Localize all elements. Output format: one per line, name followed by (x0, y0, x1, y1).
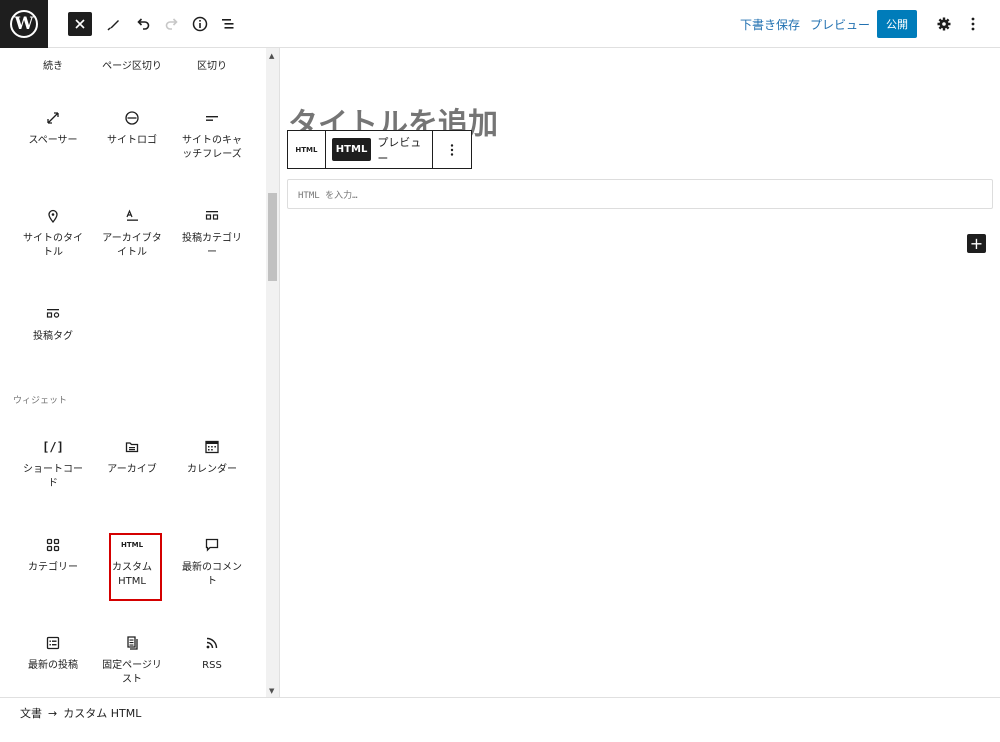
html-code-textarea[interactable]: HTML を入力… (287, 179, 993, 209)
calendar-icon (204, 435, 220, 459)
details-button[interactable] (188, 12, 212, 36)
more-vertical-icon (971, 17, 975, 31)
close-icon (75, 19, 85, 29)
block-more[interactable]: 続き (13, 56, 93, 74)
comment-icon (204, 533, 220, 557)
tab-html[interactable]: HTML (331, 138, 372, 161)
block-latest-comments[interactable]: 最新のコメント (172, 533, 252, 589)
scroll-up-icon[interactable]: ▲ (269, 52, 274, 60)
wordpress-logo-icon: W (10, 10, 38, 38)
block-shortcode[interactable]: [/] ショートコード (13, 435, 93, 491)
block-label: ショートコード (23, 464, 83, 489)
block-archives[interactable]: アーカイブ (92, 435, 172, 477)
undo-icon (137, 18, 150, 30)
preview-button[interactable]: プレビュー (810, 16, 870, 33)
breadcrumb-separator: → (48, 707, 58, 720)
redo-button[interactable] (160, 12, 184, 36)
scrollbar-thumb[interactable] (268, 193, 277, 281)
scroll-down-icon[interactable]: ▼ (269, 687, 274, 695)
block-site-logo[interactable]: サイトロゴ (92, 106, 172, 148)
map-marker-icon (45, 204, 61, 228)
block-page-break[interactable]: ページ区切り (92, 56, 172, 74)
block-label: 最新のコメント (182, 562, 242, 587)
block-post-categories[interactable]: 投稿カテゴリー (172, 204, 252, 260)
block-label: カテゴリー (28, 562, 78, 573)
archive-title-icon (124, 204, 140, 228)
block-post-tags[interactable]: 投稿タグ (13, 302, 93, 344)
block-label: 投稿カテゴリー (182, 233, 242, 258)
block-label: 投稿タグ (33, 331, 73, 342)
settings-button[interactable] (932, 12, 956, 36)
block-breadcrumb-bar: 文書 → カスタム HTML (0, 697, 1000, 742)
info-icon (192, 16, 208, 32)
block-spacer[interactable]: スペーサー (13, 106, 93, 148)
undo-button[interactable] (131, 12, 155, 36)
block-label: アーカイブ (107, 464, 157, 475)
categories-icon (45, 533, 61, 557)
html-preview-toggle: HTML プレビュー (326, 131, 434, 168)
pages-icon (124, 631, 140, 655)
wordpress-logo-button[interactable]: W (0, 0, 48, 48)
block-separator[interactable]: 区切り (172, 56, 252, 74)
inserter-scrollbar[interactable]: ▲ ▼ (266, 48, 279, 697)
resize-icon (45, 106, 61, 130)
breadcrumb: 文書 → カスタム HTML (20, 705, 141, 721)
add-block-button[interactable]: + (967, 234, 986, 253)
block-categories[interactable]: カテゴリー (13, 533, 93, 575)
block-rss[interactable]: RSS (172, 631, 252, 673)
publish-button[interactable]: 公開 (877, 10, 917, 38)
tools-button[interactable] (102, 12, 126, 36)
close-inserter-button[interactable] (68, 12, 92, 36)
block-label: ページ区切り (102, 61, 162, 72)
block-label: カレンダー (187, 464, 237, 475)
list-view-icon (222, 19, 234, 29)
editor-header: W 下書き保存 プレビュー 公開 (0, 0, 1000, 48)
breadcrumb-item-document[interactable]: 文書 (20, 707, 42, 720)
gear-icon (937, 17, 951, 31)
selected-block-highlight (109, 533, 162, 601)
block-type-button[interactable]: HTML (288, 131, 326, 168)
redo-icon (165, 18, 178, 30)
plus-icon: + (969, 234, 984, 253)
block-site-title[interactable]: サイトのタイトル (13, 204, 93, 260)
block-label: 最新の投稿 (28, 660, 78, 671)
block-calendar[interactable]: カレンダー (172, 435, 252, 477)
block-label: サイトロゴ (107, 135, 157, 146)
block-site-tagline[interactable]: サイトのキャッチフレーズ (172, 106, 252, 162)
html-icon: HTML (295, 145, 318, 154)
category-title-widgets: ウィジェット (13, 396, 68, 406)
tab-preview[interactable]: プレビュー (377, 134, 432, 166)
breadcrumb-item-custom-html: カスタム HTML (63, 707, 142, 720)
block-label: 区切り (197, 61, 227, 72)
html-placeholder: HTML を入力… (298, 191, 358, 201)
block-options-button[interactable] (433, 131, 471, 168)
tagline-icon (204, 106, 220, 130)
rss-icon (204, 631, 220, 655)
block-label: スペーサー (28, 135, 78, 146)
shortcode-icon: [/] (42, 440, 64, 454)
block-archive-title[interactable]: アーカイブタイトル (92, 204, 172, 260)
post-terms-icon (45, 302, 61, 326)
archive-icon (124, 435, 140, 459)
block-label: 固定ページリスト (102, 660, 162, 685)
block-label: サイトのタイトル (23, 233, 83, 258)
block-label: 続き (43, 61, 63, 72)
list-view-button[interactable] (216, 12, 240, 36)
more-vertical-icon (450, 143, 454, 156)
block-latest-posts[interactable]: 最新の投稿 (13, 631, 93, 673)
post-terms-icon (204, 204, 220, 228)
options-button[interactable] (961, 12, 985, 36)
block-page-list[interactable]: 固定ページリスト (92, 631, 172, 687)
block-label: RSS (202, 660, 222, 671)
pencil-icon (107, 20, 119, 31)
post-list-icon (45, 631, 61, 655)
block-label: アーカイブタイトル (102, 233, 162, 258)
block-label: サイトのキャッチフレーズ (182, 135, 242, 160)
save-draft-button[interactable]: 下書き保存 (740, 16, 800, 33)
block-toolbar: HTML HTML プレビュー (287, 130, 472, 169)
site-logo-icon (124, 106, 140, 130)
